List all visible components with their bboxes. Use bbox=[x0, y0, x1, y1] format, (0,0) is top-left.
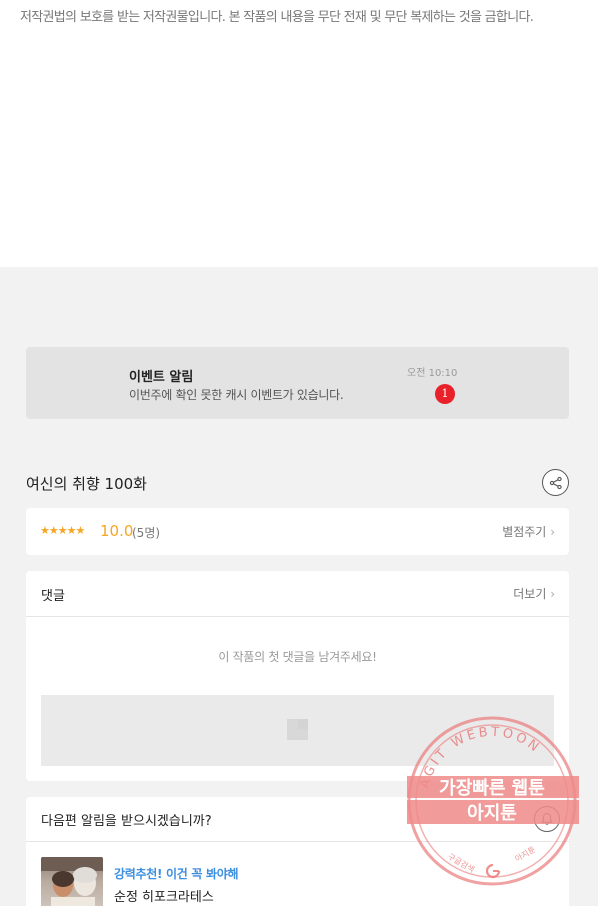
event-description: 이번주에 확인 못한 캐시 이벤트가 있습니다. bbox=[129, 388, 344, 402]
google-g-icon bbox=[485, 863, 501, 879]
episode-title: 여신의 취향 100화 bbox=[26, 475, 147, 493]
rating-score: 10.0 bbox=[100, 522, 134, 540]
share-button[interactable] bbox=[542, 469, 569, 496]
watermark-bottom-right: 아지툰 bbox=[513, 844, 537, 864]
watermark-line1: 가장빠른 웹툰 bbox=[439, 778, 545, 799]
rate-button-label: 별점주기 bbox=[502, 525, 547, 539]
watermark-line2: 아지툰 bbox=[467, 803, 517, 824]
rate-button[interactable]: 별점주기 › bbox=[502, 523, 555, 540]
agit-webtoon-watermark: AGIT WEBTOON 가장빠른 웹툰 아지툰 구글검색 아지툰 bbox=[407, 716, 579, 886]
recommendation-thumbnail[interactable] bbox=[41, 857, 103, 906]
chevron-right-icon: › bbox=[550, 587, 555, 601]
content-end-area: 저작권법의 보호를 받는 저작권물입니다. 본 작품의 내용을 무단 전재 및 … bbox=[0, 0, 598, 267]
ad-placeholder-icon bbox=[287, 719, 308, 740]
rating-count: (5명) bbox=[132, 526, 161, 540]
recommendation-tag[interactable]: 강력추천! 이건 꼭 봐야해 bbox=[114, 865, 239, 882]
event-count-badge: 1 bbox=[435, 384, 455, 404]
event-notification-card[interactable]: 이벤트 알림 이번주에 확인 못한 캐시 이벤트가 있습니다. 오전 10:10… bbox=[26, 347, 569, 419]
share-icon bbox=[549, 476, 562, 489]
notify-title: 다음편 알림을 받으시겠습니까? bbox=[41, 814, 212, 829]
chevron-right-icon: › bbox=[550, 525, 555, 539]
star-rating-icon: ★★★★★ bbox=[40, 524, 85, 537]
recommendation-title[interactable]: 순정 히포크라테스 bbox=[114, 886, 214, 905]
rating-card: ★★★★★ 10.0 (5명) 별점주기 › bbox=[26, 508, 569, 555]
comments-header: 댓글 더보기 › bbox=[26, 571, 569, 617]
event-title: 이벤트 알림 bbox=[129, 370, 194, 385]
event-time: 오전 10:10 bbox=[407, 368, 458, 379]
copyright-notice: 저작권법의 보호를 받는 저작권물입니다. 본 작품의 내용을 무단 전재 및 … bbox=[20, 10, 534, 25]
empty-comments-message: 이 작품의 첫 댓글을 남겨주세요! bbox=[218, 650, 377, 664]
more-comments-button[interactable]: 더보기 › bbox=[513, 585, 555, 602]
comments-title: 댓글 bbox=[41, 589, 65, 604]
more-comments-label: 더보기 bbox=[513, 587, 547, 601]
